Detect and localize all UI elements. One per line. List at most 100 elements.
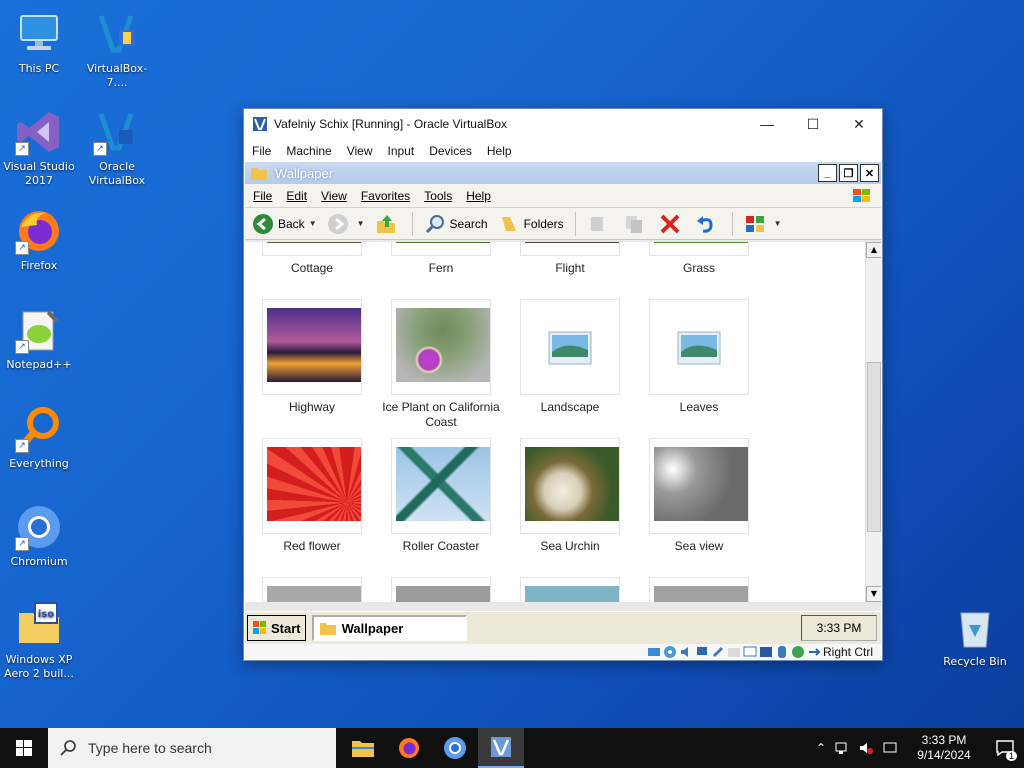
menu-help[interactable]: Help xyxy=(487,144,512,158)
chevron-down-icon[interactable]: ▼ xyxy=(309,219,317,228)
display-settings-icon[interactable] xyxy=(882,740,898,756)
taskbar-search-box[interactable]: Type here to search xyxy=(48,728,336,768)
menu-devices[interactable]: Devices xyxy=(429,144,472,158)
explorer-menu-file[interactable]: File xyxy=(253,189,272,203)
virtualbox-window[interactable]: Vafelniy Schix [Running] - Oracle Virtua… xyxy=(243,108,883,661)
virtualbox-vm-icon xyxy=(491,737,511,757)
volume-muted-icon[interactable] xyxy=(858,740,874,756)
chevron-down-icon[interactable]: ▼ xyxy=(774,219,782,228)
usb-icon[interactable] xyxy=(711,645,725,659)
taskbar-firefox[interactable] xyxy=(386,728,432,768)
explorer-close-button[interactable]: ✕ xyxy=(860,164,879,182)
virtualbox-titlebar[interactable]: Vafelniy Schix [Running] - Oracle Virtua… xyxy=(244,109,882,139)
thumbnail-grass[interactable] xyxy=(649,242,749,256)
host-key-icon[interactable] xyxy=(807,645,821,659)
display-icon[interactable] xyxy=(743,645,757,659)
thumbnail-cottage[interactable] xyxy=(262,242,362,256)
taskbar-chromium[interactable] xyxy=(432,728,478,768)
desktop-icon-recycle-bin[interactable]: Recycle Bin xyxy=(936,603,1014,669)
menu-file[interactable]: File xyxy=(252,144,271,158)
thumbnail-highway[interactable] xyxy=(262,299,362,395)
start-button[interactable] xyxy=(0,728,48,768)
desktop-icon-visual-studio[interactable]: ↗ Visual Studio 2017 xyxy=(0,108,78,188)
shared-folders-icon[interactable] xyxy=(727,645,741,659)
thumbnail-ice-plant[interactable] xyxy=(391,299,491,395)
scrollbar-thumb[interactable] xyxy=(867,362,881,532)
thumbnail-landscape[interactable] xyxy=(520,299,620,395)
menu-input[interactable]: Input xyxy=(388,144,415,158)
vertical-scrollbar[interactable]: ▲ ▼ xyxy=(865,242,881,602)
explorer-title: Wallpaper xyxy=(275,165,334,181)
explorer-menu-favorites[interactable]: Favorites xyxy=(361,189,410,203)
thumbnail-sea-view[interactable] xyxy=(649,438,749,534)
shortcut-arrow-icon: ↗ xyxy=(15,142,29,156)
explorer-menu-edit[interactable]: Edit xyxy=(286,189,307,203)
desktop-icon-windows-xp-iso[interactable]: iso Windows XP Aero 2 buil... xyxy=(0,601,78,681)
chevron-up-icon[interactable]: ⌃ xyxy=(816,741,826,755)
mouse-integration-icon[interactable] xyxy=(775,645,789,659)
explorer-menu-view[interactable]: View xyxy=(321,189,347,203)
explorer-titlebar[interactable]: Wallpaper _ ❐ ✕ xyxy=(245,162,881,184)
thumbnail-partial[interactable] xyxy=(262,577,362,602)
network-icon[interactable] xyxy=(695,645,709,659)
taskbar-clock[interactable]: 3:33 PM 9/14/2024 xyxy=(906,733,982,763)
network-icon[interactable] xyxy=(834,740,850,756)
menu-machine[interactable]: Machine xyxy=(286,144,331,158)
minimize-button[interactable]: — xyxy=(744,109,790,139)
views-button[interactable]: ▼ xyxy=(741,211,785,237)
taskbar-virtualbox[interactable] xyxy=(478,728,524,768)
chevron-down-icon[interactable]: ▼ xyxy=(357,219,365,228)
thumbnail-red-flower[interactable] xyxy=(262,438,362,534)
guest-clock: 3:33 PM xyxy=(801,615,877,641)
desktop-icon-virtualbox-installer[interactable]: VirtualBox-7.... xyxy=(78,10,156,90)
scroll-up-arrow-icon[interactable]: ▲ xyxy=(866,242,881,258)
thumbnail-view[interactable]: Cottage Fern Flight Grass Highway Ice Pl… xyxy=(245,242,865,602)
delete-button[interactable] xyxy=(656,211,688,237)
close-button[interactable]: ✕ xyxy=(836,109,882,139)
notification-center-button[interactable]: 1 xyxy=(990,728,1020,768)
guest-task-wallpaper[interactable]: Wallpaper xyxy=(311,615,467,641)
guest-display[interactable]: Wallpaper _ ❐ ✕ File Edit View Favorites… xyxy=(245,162,881,659)
cpu-icon[interactable] xyxy=(791,645,805,659)
thumbnail-label: Red flower xyxy=(283,539,341,553)
guest-start-button[interactable]: Start xyxy=(247,615,306,641)
thumbnail-partial[interactable] xyxy=(520,577,620,602)
desktop-icon-everything[interactable]: ↗ Everything xyxy=(0,405,78,471)
menu-view[interactable]: View xyxy=(347,144,373,158)
desktop-icon-notepadpp[interactable]: ↗ Notepad++ xyxy=(0,306,78,372)
up-folder-button[interactable] xyxy=(372,211,404,237)
explorer-menu-help[interactable]: Help xyxy=(466,189,491,203)
thumbnail-leaves[interactable] xyxy=(649,299,749,395)
move-to-button[interactable] xyxy=(584,211,616,237)
desktop-icon-this-pc[interactable]: This PC xyxy=(0,10,78,76)
thumbnail-sea-urchin[interactable] xyxy=(520,438,620,534)
folders-button[interactable]: Folders xyxy=(495,211,567,237)
back-button[interactable]: Back ▼ xyxy=(249,211,320,237)
maximize-button[interactable]: ☐ xyxy=(790,109,836,139)
thumbnail-partial[interactable] xyxy=(649,577,749,602)
search-button[interactable]: Search xyxy=(421,211,491,237)
guest-taskbar: Start Wallpaper 3:33 PM xyxy=(245,611,881,644)
explorer-menu-tools[interactable]: Tools xyxy=(424,189,452,203)
copy-to-button[interactable] xyxy=(620,211,652,237)
taskbar-file-explorer[interactable] xyxy=(340,728,386,768)
desktop-icon-oracle-virtualbox[interactable]: ↗ Oracle VirtualBox xyxy=(78,108,156,188)
video-capture-icon[interactable] xyxy=(759,645,773,659)
undo-button[interactable] xyxy=(692,211,724,237)
forward-button[interactable]: ▼ xyxy=(324,211,368,237)
folders-label: Folders xyxy=(523,216,564,231)
hard-disk-icon[interactable] xyxy=(647,645,661,659)
desktop-icon-firefox[interactable]: ↗ Firefox xyxy=(0,207,78,273)
thumbnail-flight[interactable] xyxy=(520,242,620,256)
optical-drive-icon[interactable] xyxy=(663,645,677,659)
explorer-restore-button[interactable]: ❐ xyxy=(839,164,858,182)
undo-icon xyxy=(696,215,713,233)
explorer-minimize-button[interactable]: _ xyxy=(818,164,837,182)
audio-icon[interactable] xyxy=(679,645,693,659)
svg-text:iso: iso xyxy=(38,609,54,620)
desktop-icon-chromium[interactable]: ↗ Chromium xyxy=(0,503,78,569)
thumbnail-roller-coaster[interactable] xyxy=(391,438,491,534)
thumbnail-fern[interactable] xyxy=(391,242,491,256)
scroll-down-arrow-icon[interactable]: ▼ xyxy=(866,586,881,602)
thumbnail-partial[interactable] xyxy=(391,577,491,602)
